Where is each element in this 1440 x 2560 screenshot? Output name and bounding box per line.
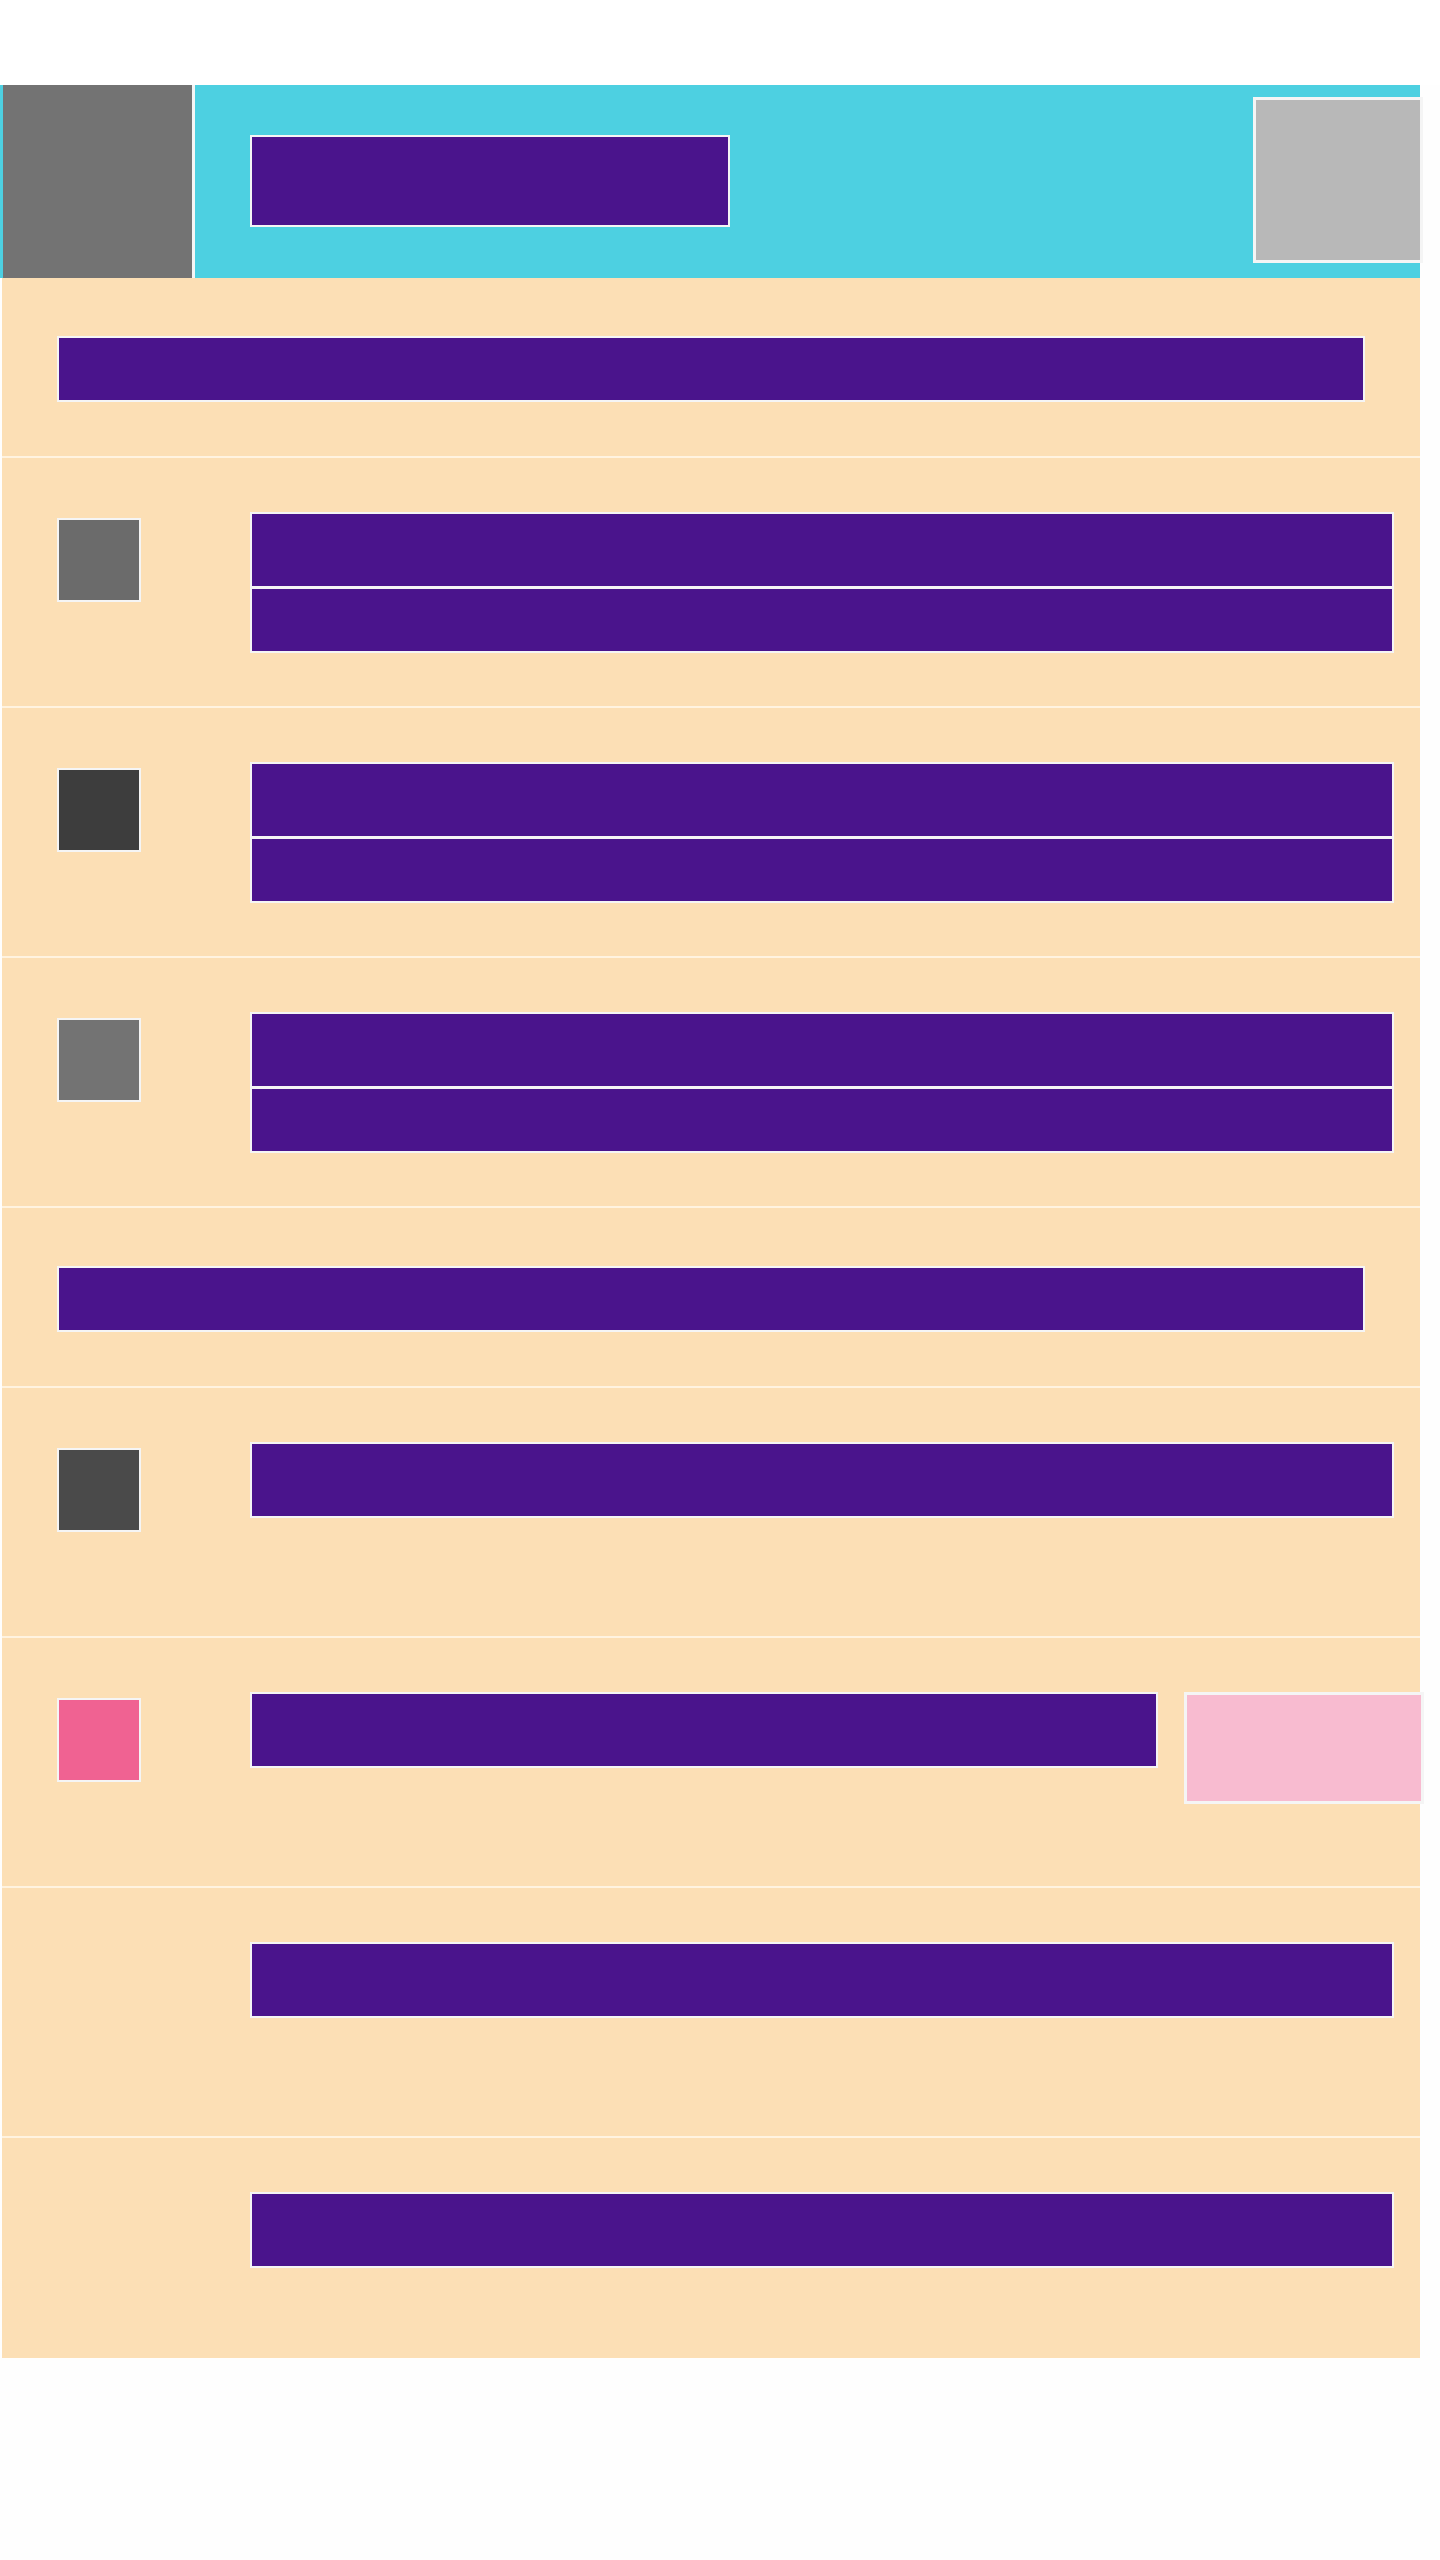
list-item-primary-text — [250, 762, 1394, 838]
list-item-primary-text — [250, 1692, 1158, 1768]
status-badge — [1184, 1692, 1424, 1804]
list-item-primary-text — [250, 1012, 1394, 1088]
list-item[interactable] — [2, 708, 1420, 958]
section-header — [2, 1208, 1420, 1388]
status-bar — [0, 0, 1440, 85]
item-icon — [57, 1018, 141, 1102]
list-item-primary-text — [250, 512, 1394, 588]
list-item[interactable] — [2, 2138, 1420, 2358]
list-item-primary-text — [250, 2192, 1394, 2268]
list-item[interactable] — [2, 458, 1420, 708]
section-header-title — [57, 336, 1365, 402]
list-item[interactable] — [2, 1888, 1420, 2138]
app-toolbar — [0, 85, 1423, 278]
list-item-primary-text — [250, 1442, 1394, 1518]
item-icon — [57, 1698, 141, 1782]
app-screen — [0, 85, 1424, 2358]
list-item[interactable] — [2, 1388, 1420, 1638]
list-item-secondary-text — [250, 1087, 1394, 1153]
section-header-title — [57, 1266, 1365, 1332]
list-item[interactable] — [2, 1638, 1424, 1888]
item-icon — [57, 1448, 141, 1532]
section-header — [2, 278, 1420, 458]
list-item-secondary-text — [250, 837, 1394, 903]
list-item-primary-text — [250, 1942, 1394, 2018]
item-icon — [57, 768, 141, 852]
nav-icon[interactable] — [3, 85, 195, 278]
settings-list — [2, 278, 1424, 2358]
item-icon — [57, 518, 141, 602]
list-item-secondary-text — [250, 587, 1394, 653]
list-item[interactable] — [2, 958, 1420, 1208]
action-icon[interactable] — [1253, 97, 1423, 263]
toolbar-title — [250, 135, 730, 227]
